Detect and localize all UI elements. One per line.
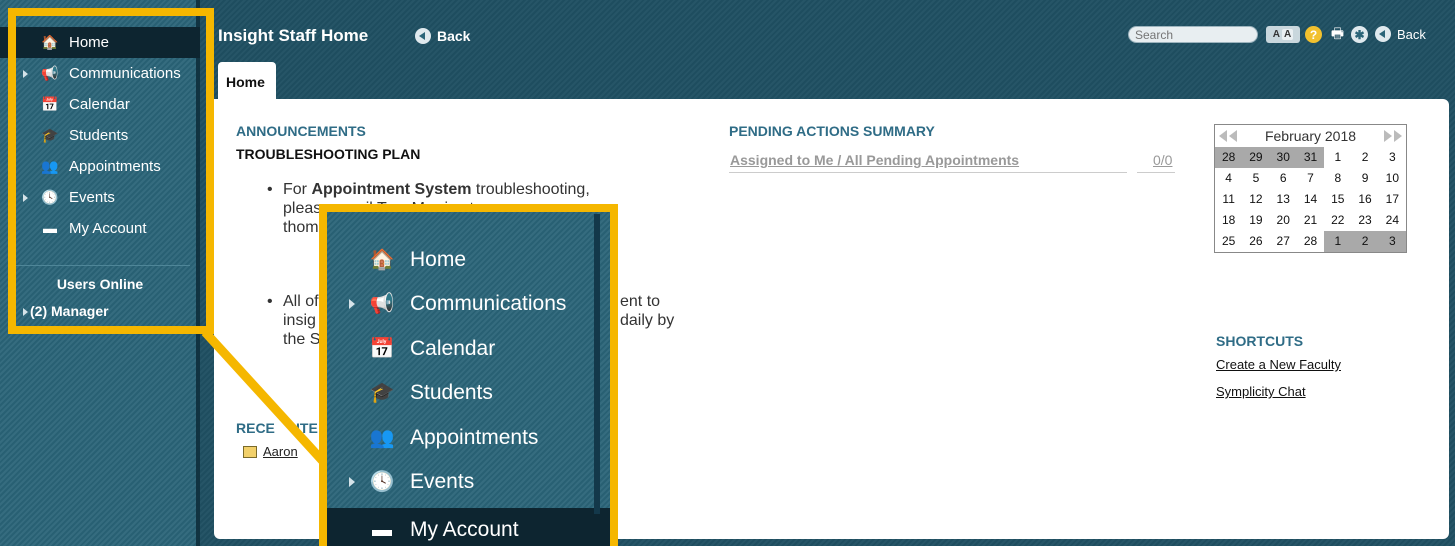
zoom-highlight-frame [319,204,618,546]
pointer-arrow [201,328,395,540]
